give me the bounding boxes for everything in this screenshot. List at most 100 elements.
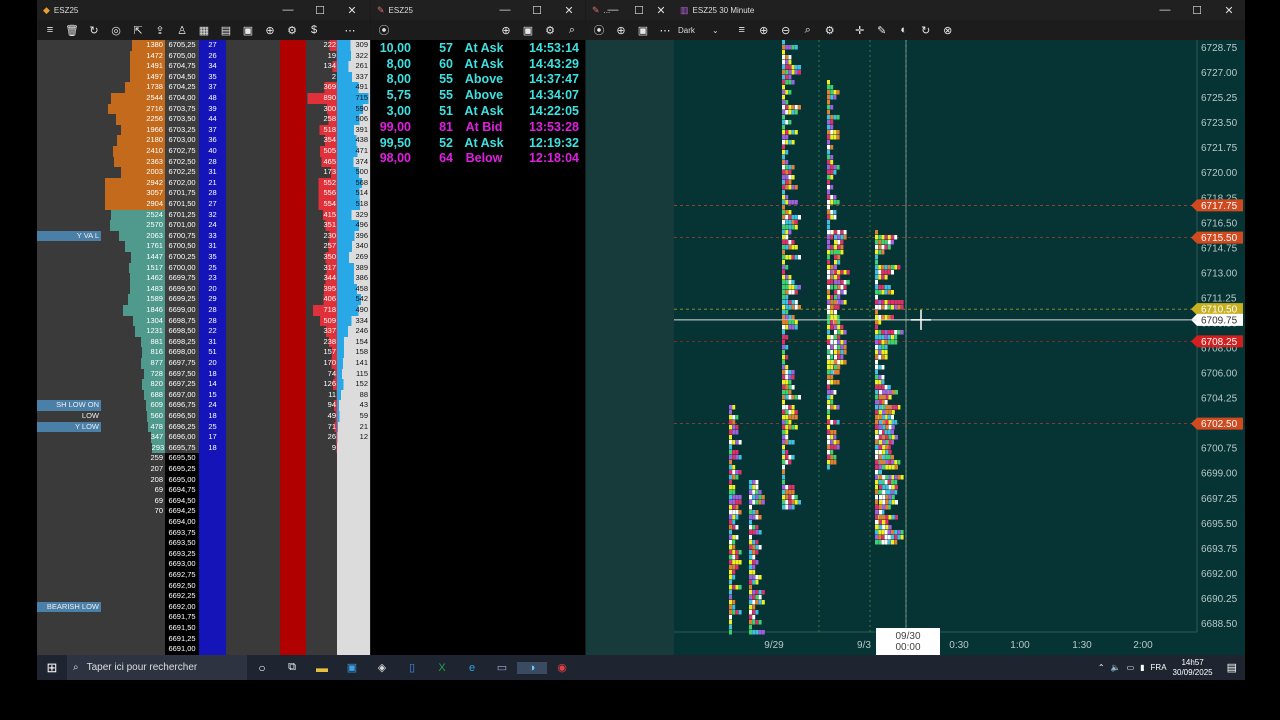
dom-row[interactable]: 1738 6704,25 37 369 491 [37,82,370,93]
ts-row[interactable]: 5,75 55 Above 14:34:07 [371,87,585,103]
dom-row[interactable]: 6693,25 [37,548,370,560]
theme-select[interactable]: Dark [678,26,708,35]
dom-row[interactable]: 6692,50 [37,580,370,592]
dom-row[interactable]: Y VA L 2063 6700,75 33 230 396 [37,230,370,242]
recorder-icon[interactable]: ◉ [547,661,577,674]
ts-list[interactable]: 10,00 57 At Ask 14:53:14 8,00 60 At Ask 14:43:2… [371,40,585,655]
layout-icon[interactable]: ▤ [217,21,235,39]
reload-icon[interactable]: ↻ [917,21,935,39]
drawing-icon[interactable]: ✎ [873,21,891,39]
dom-row[interactable]: 2180 6703,00 36 354 438 [37,135,370,146]
ts-titlebar[interactable]: ✎ ESZ25 — ☐ ✕ [371,0,585,20]
excel-icon[interactable]: X [427,662,457,674]
dom-row[interactable]: 293 6695,75 18 9 [37,442,370,454]
dom-row[interactable]: 6691,75 [37,612,370,623]
dom-row[interactable]: BEARISH LOW 6692,00 [37,601,370,613]
dom-row[interactable]: 688 6697,00 15 11 88 [37,389,370,401]
dom-row[interactable]: 1497 6704,50 35 2 337 [37,71,370,83]
dom-row[interactable]: 208 6695,00 [37,474,370,486]
dom-row[interactable]: SH LOW ON LOW 609 6696,75 24 94 43 [37,400,370,420]
dom-row[interactable]: 820 6697,25 14 126 152 [37,379,370,390]
dom-row[interactable]: 6692,25 [37,591,370,602]
link-icon[interactable]: ⊗ [939,21,957,39]
zoom-out-icon[interactable]: ⊖ [777,21,795,39]
maximize-button[interactable]: ☐ [1181,4,1213,17]
dom-row[interactable]: 1966 6703,25 37 518 391 [37,124,370,136]
maximize-button[interactable]: ☐ [521,4,553,17]
dom-row[interactable]: 1761 6700,50 31 257 340 [37,241,370,252]
dom-row[interactable]: 1846 6699,00 28 718 490 [37,305,370,316]
dom-row[interactable]: 2003 6702,25 31 173 500 [37,167,370,178]
link-icon[interactable]: ⊕ [612,21,630,39]
ts-row[interactable]: 98,00 64 Below 12:18:04 [371,151,585,167]
dom-row[interactable]: 881 6698,25 31 238 154 [37,336,370,348]
sierra-chart-icon[interactable]: ◑ [517,661,547,674]
notification-icon[interactable]: ▤ [1227,661,1237,674]
start-icon[interactable]: ⊞ [37,660,67,676]
dom-row[interactable]: 3057 6701,75 28 556 514 [37,188,370,199]
dom-row[interactable]: 259 6695,50 [37,453,370,464]
maximize-button[interactable]: ☐ [304,4,336,17]
cortana-icon[interactable]: ○ [247,661,277,675]
search-icon[interactable]: ⌕ [799,21,817,39]
dom-row[interactable]: 69 6694,50 [37,495,370,507]
dom-row[interactable]: 6693,00 [37,559,370,570]
app-icon[interactable]: ◈ [367,661,397,674]
ts-row[interactable]: 8,00 60 At Ask 14:43:29 [371,56,585,72]
export-icon[interactable]: ⇪ [151,21,169,39]
settings-icon[interactable]: ⚙ [283,21,301,39]
link-icon[interactable]: ⊕ [497,21,515,39]
dom-row[interactable]: 6691,00 [37,644,370,655]
dom-row[interactable]: 1517 6700,00 25 317 389 [37,262,370,274]
indicator-icon[interactable]: ◐ [895,21,913,39]
window-icon[interactable]: ▭ [487,661,517,674]
chevron-up-icon[interactable]: ⌃ [1098,663,1105,672]
signal-icon[interactable]: ⦿ [590,21,608,39]
dom-row[interactable]: 6693,75 [37,527,370,539]
mini-titlebar[interactable]: ✎ ... — ☐ ✕ [586,0,674,20]
alert-icon[interactable]: ♙ [173,21,191,39]
dom-row[interactable]: Y LOW 478 6696,25 25 71 21 [37,421,370,433]
close-button[interactable]: ✕ [553,4,585,17]
screenshot-icon[interactable]: ▣ [239,21,257,39]
dom-row[interactable]: 207 6695,25 [37,464,370,475]
more-icon[interactable]: ⋯ [656,21,674,39]
search-box[interactable]: ⌕ Taper ici pour rechercher [67,655,247,680]
document-icon[interactable]: ▯ [397,661,427,674]
refresh-icon[interactable]: ↻ [85,21,103,39]
menu-icon[interactable]: ≡ [733,21,751,39]
dom-row[interactable]: 2716 6703,75 39 300 590 [37,103,370,115]
filter-icon[interactable]: ▣ [519,21,537,39]
settings-icon[interactable]: ⚙ [821,21,839,39]
chart-area[interactable]: 6728.75 6727.00 6725.25 6723.50 6721.75 6720.… [674,40,1245,655]
dom-row[interactable]: 2544 6704,00 48 890 715 [37,93,370,104]
search-icon[interactable]: ⌕ [563,21,581,39]
dom-row[interactable]: 6691,25 [37,633,370,645]
dom-row[interactable]: 1304 6698,75 28 509 334 [37,315,370,327]
ts-row[interactable]: 8,00 55 Above 14:37:47 [371,72,585,88]
close-button[interactable]: ✕ [650,4,672,17]
minimize-button[interactable]: — [598,4,628,16]
dom-row[interactable]: 560 6696,50 18 49 59 [37,411,370,422]
menu-icon[interactable]: ≡ [41,21,59,39]
network-icon[interactable]: ▭ [1127,663,1135,672]
dom-row[interactable]: 1589 6699,25 29 406 542 [37,294,370,305]
settings-icon[interactable]: ⚙ [541,21,559,39]
ts-row[interactable]: 10,00 57 At Ask 14:53:14 [371,40,585,56]
more-icon[interactable]: ⋯ [341,21,359,39]
dollar-icon[interactable]: $ [305,21,323,39]
dom-row[interactable]: 877 6697,75 20 170 141 [37,358,370,369]
battery-icon[interactable]: ▮ [1140,663,1144,672]
dom-row[interactable]: 1447 6700,25 35 350 269 [37,252,370,263]
filter-icon[interactable]: ▣ [634,21,652,39]
minimize-button[interactable]: — [1149,4,1181,16]
dom-row[interactable]: 1483 6699,50 20 395 458 [37,283,370,295]
dom-row[interactable]: 2904 6701,50 27 554 518 [37,199,370,210]
dom-row[interactable]: 2410 6702,75 40 505 471 [37,146,370,157]
trash-icon[interactable]: 🗑 [63,21,81,39]
dom-row[interactable]: 347 6696,00 17 26 12 [37,432,370,443]
link-icon[interactable]: ⊕ [261,21,279,39]
clock[interactable]: 14h57 30/09/2025 [1173,658,1213,678]
minimize-button[interactable]: — [489,4,521,16]
dom-row[interactable]: 1380 6705,25 27 222 309 [37,40,370,51]
